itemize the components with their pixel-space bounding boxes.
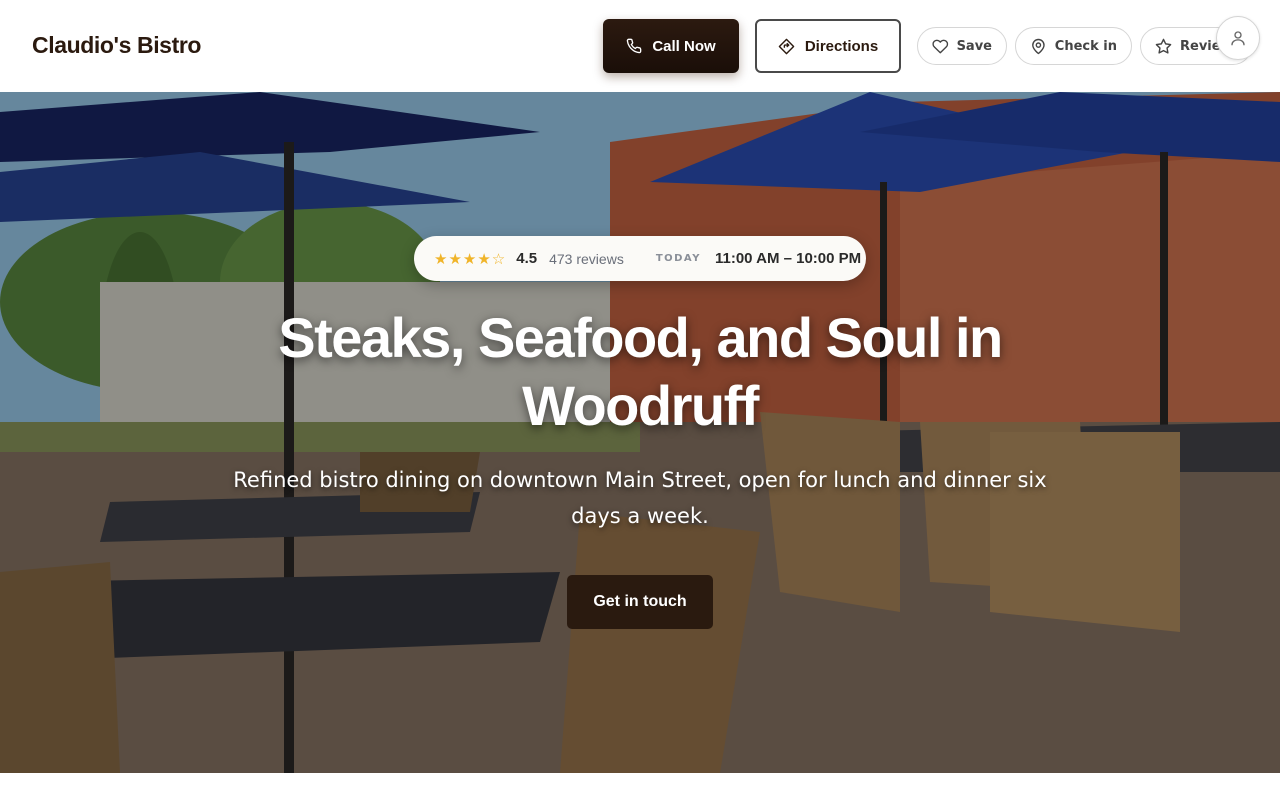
star-rating-icon: ★★★★☆ [434,250,507,268]
brand-name[interactable]: Claudio's Bistro [32,32,201,59]
hero-headline: Steaks, Seafood, and Soul in Woodruff [278,306,1003,437]
save-label: Save [956,38,992,54]
heart-icon [932,39,949,53]
star-icon [1155,38,1172,54]
opening-hours: 11:00 AM – 10:00 PM [714,250,862,267]
directions-button[interactable]: Directions [755,19,901,73]
get-in-touch-button[interactable]: Get in touch [567,575,713,629]
check-in-button[interactable]: Check in [1015,27,1132,65]
phone-icon [627,38,642,54]
hero-subheadline: Refined bistro dining on downtown Main S… [233,468,1047,528]
site-header: Claudio's Bistro Call Now Directions Sav… [0,0,1280,92]
rating-value: 4.5 [516,250,538,267]
save-button[interactable]: Save [917,27,1007,65]
call-now-label: Call Now [652,37,716,55]
review-count-link[interactable]: 473 reviews [549,251,624,267]
hero-section: ★★★★☆ 4.5 473 reviews TODAY 11:00 AM – 1… [0,92,1280,773]
today-label: TODAY [655,253,701,264]
map-pin-icon [1032,38,1045,54]
rating-hours-badge: ★★★★☆ 4.5 473 reviews TODAY 11:00 AM – 1… [414,236,866,281]
user-icon [1231,31,1245,46]
directions-label: Directions [804,37,879,55]
directions-icon [778,38,795,54]
account-button[interactable] [1216,16,1260,60]
call-now-button[interactable]: Call Now [603,19,739,73]
check-in-label: Check in [1054,38,1117,54]
